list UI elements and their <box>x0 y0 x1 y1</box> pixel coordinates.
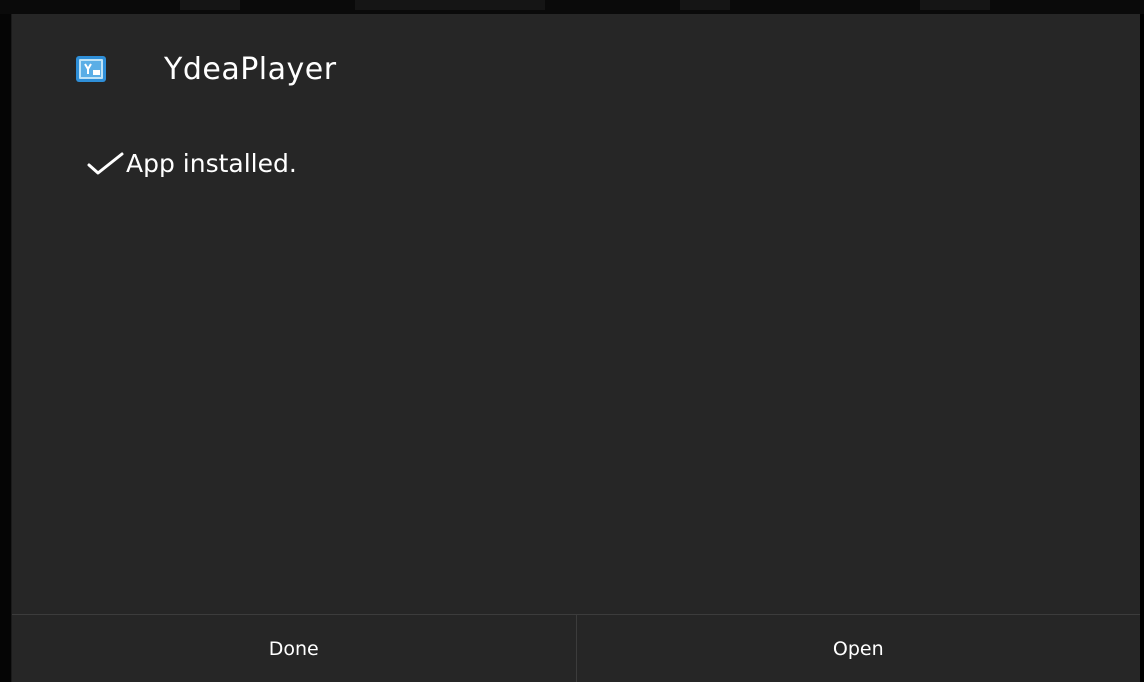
install-status: App installed. <box>86 146 297 182</box>
status-bar-segment <box>180 0 240 10</box>
checkmark-icon <box>86 149 126 179</box>
install-dialog: YdeaPlayer App installed. Done Open <box>11 14 1140 682</box>
dialog-header: YdeaPlayer <box>12 14 1140 124</box>
status-bar-remnant <box>0 0 1144 14</box>
status-message: App installed. <box>126 149 297 178</box>
background-edge <box>0 14 11 682</box>
dialog-button-bar: Done Open <box>12 614 1140 682</box>
done-button[interactable]: Done <box>12 615 577 682</box>
status-bar-segment <box>920 0 990 10</box>
status-bar-segment <box>355 0 545 10</box>
open-button[interactable]: Open <box>577 615 1141 682</box>
app-title: YdeaPlayer <box>164 52 337 87</box>
screen: YdeaPlayer App installed. Done Open <box>0 0 1144 682</box>
app-icon <box>76 56 106 82</box>
status-bar-segment <box>680 0 730 10</box>
